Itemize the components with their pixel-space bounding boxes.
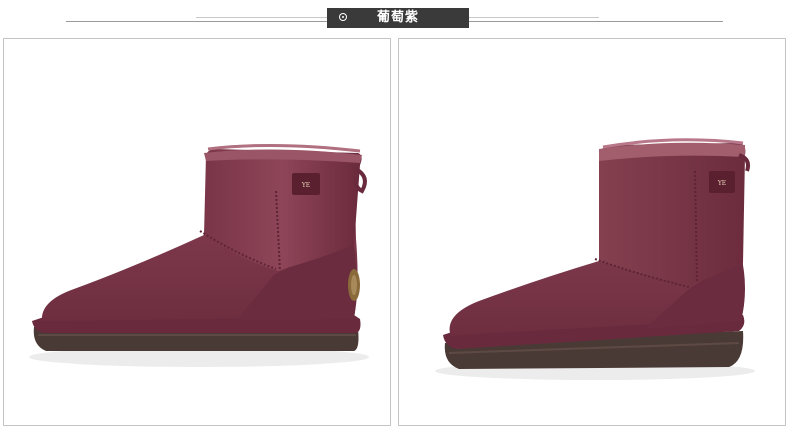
product-image-side-view[interactable]: YE <box>3 38 391 426</box>
target-circle-icon <box>339 13 347 21</box>
divider-line <box>66 21 328 22</box>
section-header: 葡萄紫 <box>0 6 790 30</box>
divider-line <box>469 17 599 18</box>
boot-side-image: YE <box>29 143 369 367</box>
color-title-badge: 葡萄紫 <box>327 8 469 28</box>
svg-text:YE: YE <box>717 180 726 187</box>
product-color-section: 葡萄紫 YE YE <box>0 0 790 430</box>
divider-line <box>469 21 723 22</box>
divider-line <box>196 17 328 18</box>
boot-angled-image: YE <box>435 138 755 380</box>
product-image-angled-view[interactable]: YE <box>398 38 786 426</box>
svg-text:YE: YE <box>301 182 310 189</box>
color-name-label: 葡萄紫 <box>377 10 420 25</box>
